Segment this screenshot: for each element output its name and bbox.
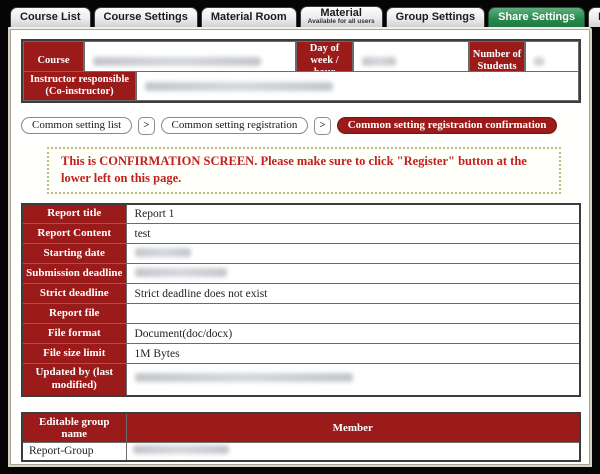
redacted-member [133, 445, 229, 454]
course-info-row-1: Course Day of week / hour Number of Stud… [23, 41, 579, 71]
tab-bar: Course List Course Settings Material Roo… [0, 0, 600, 27]
table-row: Report Content test [22, 224, 580, 244]
tab-course-list[interactable]: Course List [10, 7, 91, 27]
report-title-value: Report 1 [126, 204, 580, 224]
updated-by-label: Updated by (last modified) [22, 364, 126, 396]
confirmation-message: This is CONFIRMATION SCREEN. Please make… [47, 147, 561, 194]
instructor-label: Instructor responsible (Co-instructor) [23, 71, 136, 101]
breadcrumb-item-registration-confirmation: Common setting registration confirmation [337, 117, 558, 134]
redacted-submission-deadline [135, 268, 227, 277]
course-info-row-2: Instructor responsible (Co-instructor) [23, 71, 579, 101]
strict-deadline-value: Strict deadline does not exist [126, 284, 580, 304]
app-window: Course List Course Settings Material Roo… [0, 0, 600, 474]
tab-share-settings[interactable]: Share Settings [488, 7, 585, 27]
tab-group-settings[interactable]: Group Settings [386, 7, 485, 27]
submission-deadline-label: Submission deadline [22, 264, 126, 284]
breadcrumb: Common setting list > Common setting reg… [21, 116, 579, 135]
strict-deadline-label: Strict deadline [22, 284, 126, 304]
tab-material-room[interactable]: Material Room [201, 7, 297, 27]
redacted-students-value [534, 57, 544, 66]
table-header-row: Editable group name Member [22, 413, 580, 443]
table-row: Strict deadline Strict deadline does not… [22, 284, 580, 304]
member-header: Member [126, 413, 580, 443]
tab-material-label: Material [320, 7, 362, 19]
report-content-label: Report Content [22, 224, 126, 244]
table-row: Report file [22, 304, 580, 324]
report-content-value: test [126, 224, 580, 244]
editable-group-name-header: Editable group name [22, 413, 126, 443]
tab-material-sublabel: Available for all users [308, 19, 375, 26]
updated-by-value [126, 364, 580, 396]
breadcrumb-separator-icon: > [138, 117, 154, 135]
table-row: Starting date [22, 244, 580, 264]
file-format-value: Document(doc/docx) [126, 324, 580, 344]
table-row: Updated by (last modified) [22, 364, 580, 396]
breadcrumb-separator-icon: > [314, 117, 330, 135]
table-row: Submission deadline [22, 264, 580, 284]
editable-group-table: Editable group name Member Report-Group [21, 412, 581, 463]
tab-past-data[interactable]: Past Data [588, 7, 600, 27]
instructor-value [136, 71, 579, 101]
member-value [126, 442, 580, 461]
content-panel: Course Day of week / hour Number of Stud… [8, 27, 592, 467]
report-file-label: Report file [22, 304, 126, 324]
submission-deadline-value [126, 264, 580, 284]
file-size-limit-label: File size limit [22, 344, 126, 364]
report-file-value [126, 304, 580, 324]
table-row: File format Document(doc/docx) [22, 324, 580, 344]
tab-material-all-users[interactable]: Material Available for all users [300, 6, 383, 27]
starting-date-value [126, 244, 580, 264]
breadcrumb-item-common-setting-registration[interactable]: Common setting registration [161, 117, 309, 134]
starting-date-label: Starting date [22, 244, 126, 264]
redacted-course-value [93, 57, 261, 66]
breadcrumb-item-common-setting-list[interactable]: Common setting list [21, 117, 132, 134]
table-row: Report title Report 1 [22, 204, 580, 224]
tab-course-settings[interactable]: Course Settings [94, 7, 198, 27]
redacted-day-value [362, 57, 396, 66]
table-row: File size limit 1M Bytes [22, 344, 580, 364]
table-row: Report-Group [22, 442, 580, 461]
group-name-value: Report-Group [22, 442, 126, 461]
report-title-label: Report title [22, 204, 126, 224]
redacted-updated-by [135, 373, 353, 382]
file-size-limit-value: 1M Bytes [126, 344, 580, 364]
redacted-starting-date [135, 248, 191, 257]
report-settings-table: Report title Report 1 Report Content tes… [21, 203, 581, 397]
file-format-label: File format [22, 324, 126, 344]
course-info-table: Course Day of week / hour Number of Stud… [21, 39, 581, 103]
redacted-instructor-value [145, 82, 333, 91]
